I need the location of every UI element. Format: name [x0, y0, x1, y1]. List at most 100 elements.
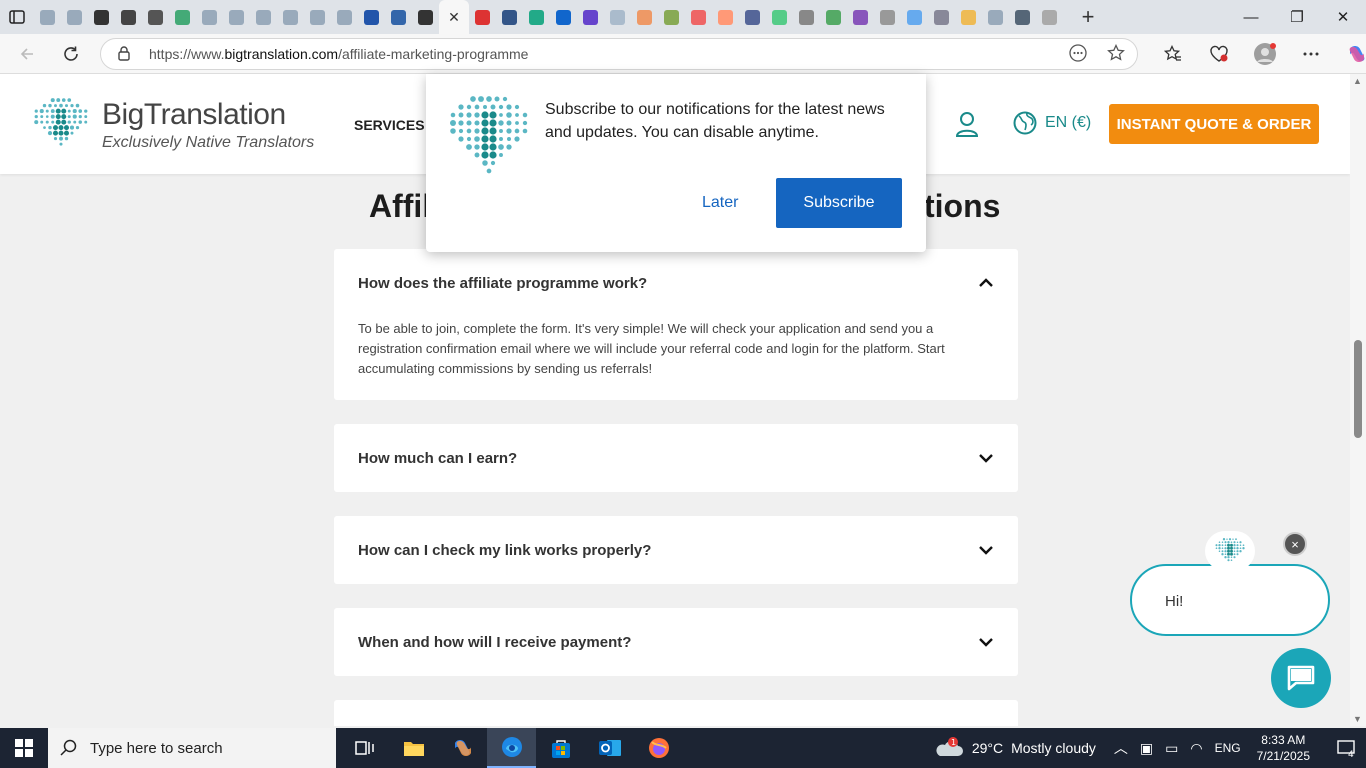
tab-favicon-icon[interactable] [250, 0, 277, 34]
tab-favicon-icon[interactable] [412, 0, 439, 34]
tab-favicon-icon[interactable] [685, 0, 712, 34]
faq-item[interactable]: How does the affiliate programme work? T… [334, 249, 1018, 400]
tab-favicon-icon[interactable] [469, 0, 496, 34]
show-hidden-icons[interactable]: ︿ [1114, 738, 1128, 758]
faq-question[interactable]: When and how will I receive payment? [358, 634, 631, 651]
faq-item-partial[interactable] [334, 700, 1018, 726]
chevron-up-icon[interactable] [976, 273, 996, 293]
tab-favicon-icon[interactable] [223, 0, 250, 34]
tab-actions-icon[interactable] [0, 0, 34, 34]
page-scrollbar[interactable]: ▲ ▼ [1350, 74, 1366, 726]
subscribe-button[interactable]: Subscribe [776, 178, 902, 228]
close-window-button[interactable]: ✕ [1320, 0, 1366, 34]
file-explorer-icon[interactable] [389, 728, 438, 768]
tab-favicon-icon[interactable] [847, 0, 874, 34]
url-field[interactable]: https://www.bigtranslation.com/affiliate… [100, 38, 1138, 70]
logo-dot [1225, 544, 1227, 546]
chat-greeting-bubble[interactable]: Hi! [1130, 564, 1330, 636]
tab-favicon-icon[interactable] [550, 0, 577, 34]
tab-favicon-icon[interactable] [874, 0, 901, 34]
wifi-icon[interactable]: ◠ [1190, 740, 1202, 757]
chevron-down-icon[interactable] [976, 540, 996, 560]
meet-now-icon[interactable]: ▣ [1140, 740, 1153, 757]
tab-favicon-icon[interactable] [955, 0, 982, 34]
tab-favicon-icon[interactable] [1036, 0, 1063, 34]
later-button[interactable]: Later [702, 194, 738, 212]
chevron-down-icon[interactable] [976, 448, 996, 468]
faq-question[interactable]: How can I check my link works properly? [358, 542, 651, 559]
taskbar-search[interactable]: Type here to search [48, 728, 336, 768]
maximize-button[interactable]: ❐ [1274, 0, 1320, 34]
scrollbar-thumb[interactable] [1354, 340, 1362, 438]
close-tab-icon[interactable]: ✕ [448, 9, 460, 26]
language-selector[interactable]: EN (€) [1013, 111, 1091, 135]
tab-favicon-icon[interactable] [658, 0, 685, 34]
tab-favicon-icon[interactable] [604, 0, 631, 34]
notification-center-icon[interactable]: 4 [1326, 738, 1366, 758]
tab-favicon-icon[interactable] [793, 0, 820, 34]
chat-launcher-button[interactable] [1271, 648, 1331, 708]
tab-favicon-icon[interactable] [496, 0, 523, 34]
scroll-down-icon[interactable]: ▼ [1353, 714, 1362, 724]
clock[interactable]: 8:33 AM 7/21/2025 [1257, 732, 1310, 764]
tab-favicon-icon[interactable] [277, 0, 304, 34]
weather-widget[interactable]: 1 29°C Mostly cloudy [934, 736, 1096, 760]
tab-favicon-icon[interactable] [901, 0, 928, 34]
logo-dot [1233, 541, 1235, 543]
more-options-icon[interactable] [1069, 44, 1087, 67]
tab-favicon-icon[interactable] [304, 0, 331, 34]
battery-icon[interactable]: ▭ [1165, 740, 1178, 757]
tab-favicon-icon[interactable] [523, 0, 550, 34]
tab-favicon-icon[interactable] [1009, 0, 1036, 34]
chat-close-button[interactable]: × [1283, 532, 1307, 556]
tab-favicon-icon[interactable] [331, 0, 358, 34]
site-logo[interactable]: BigTranslation Exclusively Native Transl… [32, 98, 314, 152]
nav-services[interactable]: SERVICES [354, 117, 425, 133]
instant-quote-button[interactable]: INSTANT QUOTE & ORDER [1109, 104, 1319, 144]
tab-favicon-icon[interactable] [115, 0, 142, 34]
user-account-icon[interactable] [955, 111, 979, 142]
tab-favicon-icon[interactable] [196, 0, 223, 34]
tab-favicon-icon[interactable] [739, 0, 766, 34]
faq-question[interactable]: How does the affiliate programme work? [358, 275, 647, 292]
copilot-icon[interactable] [1334, 38, 1366, 70]
copilot-app-icon[interactable] [438, 728, 487, 768]
tab-favicon-icon[interactable] [766, 0, 793, 34]
tab-favicon-icon[interactable] [358, 0, 385, 34]
new-tab-button[interactable]: + [1071, 0, 1105, 34]
firefox-icon[interactable] [634, 728, 683, 768]
tab-favicon-icon[interactable] [820, 0, 847, 34]
tab-favicon-icon[interactable] [928, 0, 955, 34]
input-language[interactable]: ENG [1215, 741, 1241, 755]
tab-favicon-icon[interactable] [88, 0, 115, 34]
faq-item[interactable]: How can I check my link works properly? [334, 516, 1018, 584]
task-view-icon[interactable] [340, 728, 389, 768]
microsoft-store-icon[interactable] [536, 728, 585, 768]
settings-more-icon[interactable] [1288, 38, 1334, 70]
minimize-button[interactable]: — [1228, 0, 1274, 34]
start-button[interactable] [0, 728, 48, 768]
faq-question[interactable]: How much can I earn? [358, 450, 517, 467]
tab-favicon-icon[interactable] [142, 0, 169, 34]
tab-favicon-icon[interactable] [982, 0, 1009, 34]
faq-item[interactable]: How much can I earn? [334, 424, 1018, 492]
tab-favicon-icon[interactable] [169, 0, 196, 34]
profile-avatar[interactable] [1242, 38, 1288, 70]
chevron-down-icon[interactable] [976, 632, 996, 652]
active-tab[interactable]: ✕ [439, 0, 469, 34]
back-button[interactable] [8, 36, 46, 72]
tab-favicon-icon[interactable] [385, 0, 412, 34]
outlook-icon[interactable] [585, 728, 634, 768]
scroll-up-icon[interactable]: ▲ [1353, 76, 1362, 86]
favorites-icon[interactable] [1150, 38, 1196, 70]
favorite-star-icon[interactable] [1107, 44, 1125, 67]
edge-browser-icon[interactable] [487, 728, 536, 768]
tab-favicon-icon[interactable] [712, 0, 739, 34]
tab-favicon-icon[interactable] [34, 0, 61, 34]
tab-favicon-icon[interactable] [631, 0, 658, 34]
refresh-button[interactable] [52, 36, 90, 72]
browser-essentials-icon[interactable] [1196, 38, 1242, 70]
faq-item[interactable]: When and how will I receive payment? [334, 608, 1018, 676]
tab-favicon-icon[interactable] [61, 0, 88, 34]
tab-favicon-icon[interactable] [577, 0, 604, 34]
